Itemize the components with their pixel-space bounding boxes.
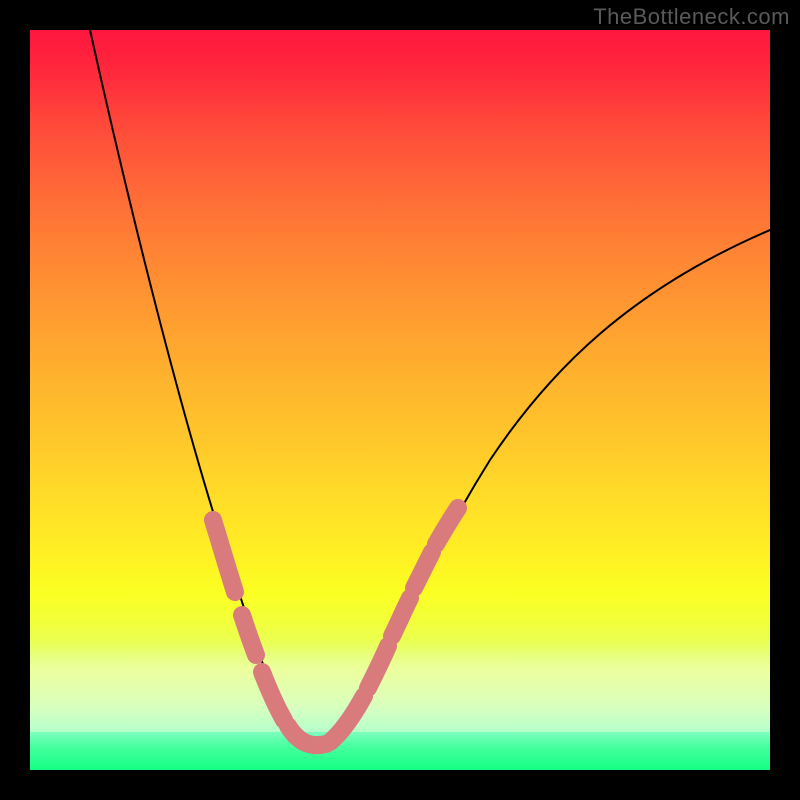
highlight-seg-5 [330, 696, 364, 742]
highlight-seg-9 [436, 508, 458, 544]
highlight-seg-3 [262, 672, 284, 720]
highlight-seg-4 [288, 726, 326, 745]
bottleneck-curve [90, 30, 770, 748]
watermark-text: TheBottleneck.com [593, 4, 790, 30]
highlight-seg-7 [392, 598, 410, 636]
chart-frame: TheBottleneck.com [0, 0, 800, 800]
curve-svg [30, 30, 770, 770]
highlight-seg-1 [213, 520, 235, 592]
highlight-seg-8 [414, 552, 432, 588]
plot-area [30, 30, 770, 770]
highlight-seg-2 [242, 615, 256, 655]
highlight-seg-6 [368, 646, 388, 688]
